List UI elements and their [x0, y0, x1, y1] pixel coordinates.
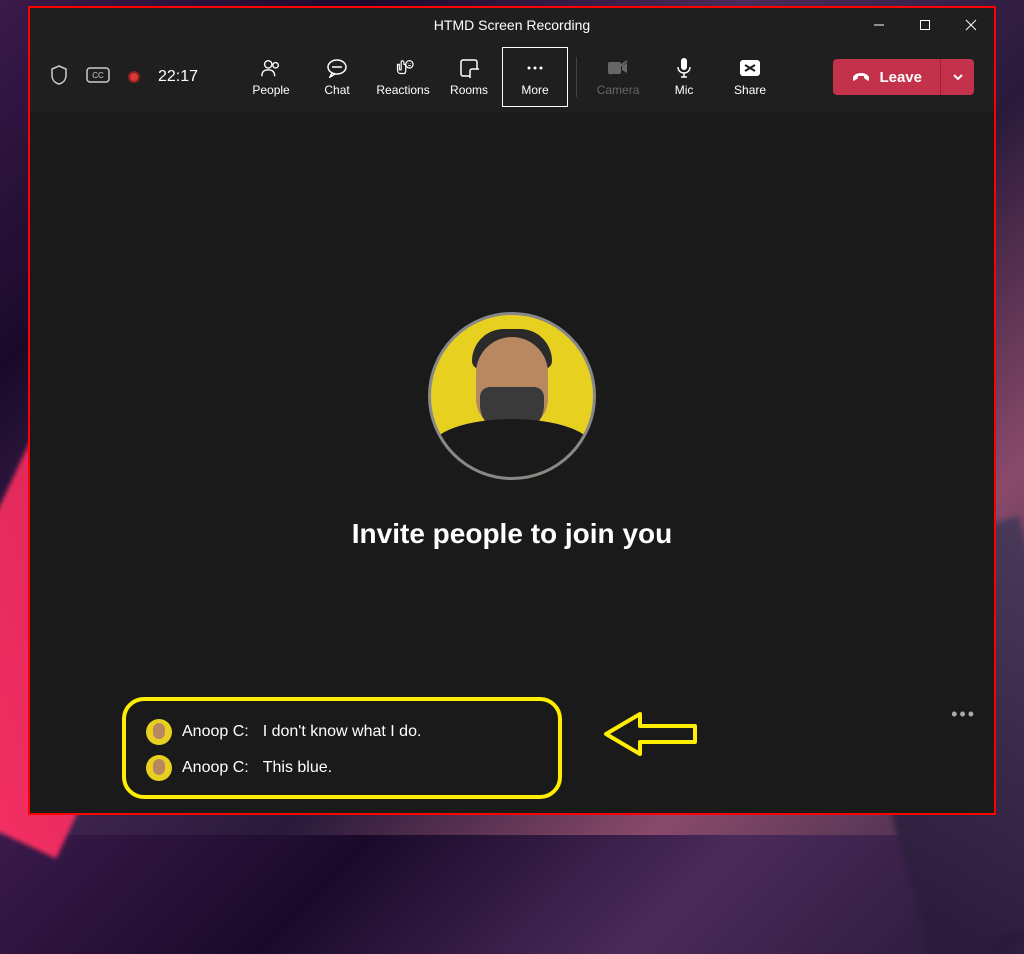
- close-button[interactable]: [948, 8, 994, 42]
- titlebar: HTMD Screen Recording: [30, 8, 994, 42]
- chat-icon: [326, 57, 348, 79]
- svg-text:CC: CC: [92, 71, 104, 80]
- cc-icon[interactable]: CC: [86, 67, 110, 88]
- more-label: More: [521, 83, 548, 97]
- caption-text: I don't know what I do.: [263, 723, 422, 741]
- leave-dropdown-button[interactable]: [940, 59, 974, 95]
- stage-more-button[interactable]: •••: [951, 704, 976, 725]
- caption-speaker-avatar: [146, 719, 172, 745]
- rooms-icon: [458, 57, 480, 79]
- leave-label: Leave: [879, 69, 922, 86]
- hangup-icon: [851, 69, 871, 86]
- more-icon: •••: [951, 704, 976, 724]
- camera-button[interactable]: Camera: [585, 47, 651, 107]
- more-button[interactable]: More: [502, 47, 568, 107]
- toolbar-divider: [576, 57, 577, 97]
- maximize-button[interactable]: [902, 8, 948, 42]
- caption-line: Anoop C: I don't know what I do.: [146, 719, 538, 745]
- chat-label: Chat: [324, 83, 349, 97]
- people-label: People: [252, 83, 289, 97]
- rooms-button[interactable]: Rooms: [436, 47, 502, 107]
- shield-icon[interactable]: [50, 65, 68, 90]
- caption-speaker-name: Anoop C:: [182, 759, 249, 777]
- reactions-button[interactable]: Reactions: [370, 47, 436, 107]
- mic-button[interactable]: Mic: [651, 47, 717, 107]
- toolbar-buttons: People Chat Reactions Rooms: [238, 47, 783, 107]
- share-icon: [739, 57, 761, 79]
- leave-button-group: Leave: [833, 59, 974, 95]
- invite-message: Invite people to join you: [352, 518, 672, 550]
- people-icon: [260, 57, 282, 79]
- mic-icon: [673, 57, 695, 79]
- rooms-label: Rooms: [450, 83, 488, 97]
- annotation-arrow-icon: [600, 706, 700, 767]
- recording-indicator-icon: [128, 71, 140, 83]
- reactions-label: Reactions: [376, 83, 429, 97]
- people-button[interactable]: People: [238, 47, 304, 107]
- share-label: Share: [734, 83, 766, 97]
- toolbar-left-group: CC 22:17: [50, 65, 198, 90]
- window-controls: [856, 8, 994, 42]
- caption-line: Anoop C: This blue.: [146, 755, 538, 781]
- window-title: HTMD Screen Recording: [434, 17, 590, 33]
- share-button[interactable]: Share: [717, 47, 783, 107]
- teams-meeting-window: HTMD Screen Recording CC 22:17: [28, 6, 996, 815]
- live-captions-panel: Anoop C: I don't know what I do. Anoop C…: [122, 697, 562, 799]
- chat-button[interactable]: Chat: [304, 47, 370, 107]
- more-icon: [524, 57, 546, 79]
- participant-avatar: [428, 312, 596, 480]
- meeting-toolbar: CC 22:17 People Chat Re: [30, 42, 994, 112]
- caption-speaker-name: Anoop C:: [182, 723, 249, 741]
- mic-label: Mic: [675, 83, 694, 97]
- caption-text: This blue.: [263, 759, 332, 777]
- meeting-timer: 22:17: [158, 68, 198, 86]
- reactions-icon: [392, 57, 414, 79]
- meeting-stage: Invite people to join you Anoop C: I don…: [30, 112, 994, 813]
- leave-button[interactable]: Leave: [833, 59, 940, 95]
- chevron-down-icon: [952, 68, 964, 86]
- minimize-button[interactable]: [856, 8, 902, 42]
- camera-off-icon: [607, 57, 629, 79]
- camera-label: Camera: [597, 83, 640, 97]
- caption-speaker-avatar: [146, 755, 172, 781]
